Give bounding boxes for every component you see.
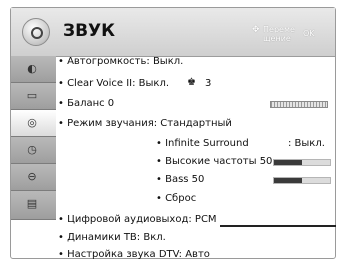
divider-line [220, 225, 336, 227]
lock-icon: ⊖ [27, 170, 37, 183]
ok-hint-label: OK [303, 29, 315, 38]
reset-item[interactable]: • Сброс [156, 193, 196, 204]
ok-hint: OK [303, 29, 315, 38]
treble-item[interactable]: • Высокие частоты 50 [156, 156, 272, 167]
clear-voice-level: 3 [205, 78, 212, 89]
clear-voice-item[interactable]: • Clear Voice II: Выкл. [58, 78, 169, 89]
treble-slider-fill [274, 160, 302, 165]
sound-settings-list: • Автогромкость: Выкл. • Clear Voice II:… [48, 50, 333, 260]
balance-item[interactable]: • Баланс 0 [58, 98, 114, 109]
infinite-surround-value: : Выкл. [288, 138, 325, 149]
clear-voice-icon: ♚ [187, 77, 196, 88]
screen-icon: ▭ [26, 89, 38, 102]
bass-item[interactable]: • Bass 50 [156, 174, 204, 185]
picture-icon: ◐ [27, 62, 37, 75]
option-icon: ▤ [26, 197, 38, 210]
sound-icon: ◎ [27, 116, 37, 129]
tv-speakers-item[interactable]: • Динамики ТВ: Вкл. [58, 232, 166, 243]
sound-mode-item[interactable]: • Режим звучания: Стандартный [58, 118, 232, 129]
digital-audio-out-item[interactable]: • Цифровой аудиовыход: PCM [58, 214, 217, 225]
auto-volume-item[interactable]: • Автогромкость: Выкл. [58, 56, 183, 67]
page-title: ЗВУК [63, 21, 116, 41]
balance-slider[interactable] [270, 101, 328, 108]
move-hint: ✥ Переме щение [252, 25, 295, 43]
bass-slider-fill [274, 178, 302, 183]
clock-icon: ◷ [27, 143, 37, 156]
dtv-sound-item[interactable]: • Настройка звука DTV: Авто [58, 249, 210, 260]
move-hint-label: Переме щение [263, 25, 295, 43]
navigation-arrows-icon: ✥ [252, 25, 260, 35]
infinite-surround-item[interactable]: • Infinite Surround [156, 138, 249, 149]
treble-slider[interactable] [273, 159, 331, 166]
bass-slider[interactable] [273, 177, 331, 184]
sound-icon [22, 18, 50, 46]
